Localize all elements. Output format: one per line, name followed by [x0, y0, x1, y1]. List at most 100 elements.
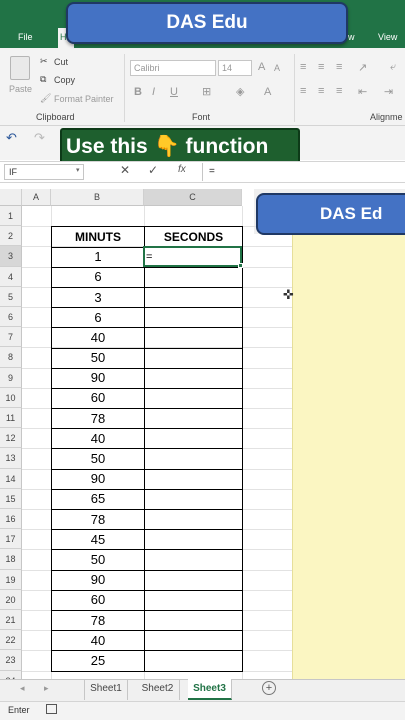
sheet-prev-icon[interactable]: ◂ [20, 683, 25, 694]
row-header[interactable]: 19 [0, 569, 22, 590]
font-color-button[interactable]: A [264, 86, 271, 98]
row-header[interactable]: 8 [0, 347, 22, 368]
seconds-cell[interactable] [144, 468, 243, 490]
row-header[interactable]: 1 [0, 206, 22, 227]
header-seconds[interactable]: SECONDS [144, 226, 243, 248]
seconds-cell[interactable] [144, 307, 243, 329]
minutes-cell[interactable]: 3 [51, 286, 145, 309]
minutes-cell[interactable]: 50 [51, 549, 145, 571]
worksheet-grid[interactable]: A B C 1 2 3 4 5 6 7 8 9 10 11 12 13 14 15 16 17 18 19 20 21 2… [0, 189, 405, 679]
cut-button[interactable]: Cut [54, 57, 68, 67]
macro-record-icon[interactable] [46, 704, 57, 714]
redo-icon[interactable]: ↷ [34, 130, 45, 146]
paste-button[interactable]: Paste [9, 84, 32, 94]
minutes-cell[interactable]: 50 [51, 347, 145, 369]
sheet-next-icon[interactable]: ▸ [44, 683, 49, 694]
paste-icon[interactable] [10, 56, 30, 80]
row-header[interactable]: 3 [0, 246, 22, 267]
minutes-cell[interactable]: 40 [51, 428, 145, 450]
seconds-cell[interactable] [144, 630, 243, 652]
seconds-cell[interactable] [144, 428, 243, 450]
tab-sheet3[interactable]: Sheet3 [188, 679, 232, 700]
row-header[interactable]: 20 [0, 589, 22, 610]
minutes-cell[interactable]: 60 [51, 589, 145, 611]
minutes-cell[interactable]: 78 [51, 509, 145, 531]
seconds-cell[interactable] [144, 408, 243, 430]
align-right-icon[interactable]: ≡ [336, 85, 342, 97]
align-middle-icon[interactable]: ≡ [318, 61, 324, 73]
increase-indent-icon[interactable]: ⇥ [384, 85, 393, 98]
row-header[interactable]: 11 [0, 408, 22, 429]
format-painter-icon[interactable]: 🖌 [40, 93, 51, 104]
minutes-cell[interactable]: 6 [51, 307, 145, 329]
font-size-combo[interactable]: 14 [218, 60, 252, 76]
seconds-cell[interactable] [144, 448, 243, 470]
orientation-icon[interactable]: ↗ [358, 61, 367, 74]
column-header-a[interactable]: A [22, 189, 51, 206]
row-header[interactable]: 22 [0, 630, 22, 651]
minutes-cell[interactable]: 40 [51, 327, 145, 349]
row-header[interactable]: 2 [0, 226, 22, 247]
seconds-cell[interactable] [144, 589, 243, 611]
tab-partial[interactable]: w [348, 32, 355, 42]
minutes-cell[interactable]: 78 [51, 609, 145, 632]
format-painter-button[interactable]: Format Painter [54, 94, 114, 104]
minutes-cell[interactable]: 25 [51, 650, 145, 672]
formula-input[interactable]: = [202, 163, 405, 181]
seconds-cell[interactable] [144, 609, 243, 632]
row-header[interactable]: 16 [0, 509, 22, 530]
cancel-formula-button[interactable]: ✕ [120, 163, 130, 177]
decrease-indent-icon[interactable]: ⇤ [358, 85, 367, 98]
tab-sheet2[interactable]: Sheet2 [136, 679, 180, 700]
align-top-icon[interactable]: ≡ [300, 61, 306, 73]
header-minutes[interactable]: MINUTS [51, 226, 145, 248]
align-bottom-icon[interactable]: ≡ [336, 61, 342, 73]
row-header[interactable]: 5 [0, 286, 22, 307]
copy-icon[interactable]: ⧉ [40, 74, 46, 85]
italic-button[interactable]: I [152, 86, 155, 98]
seconds-cell[interactable] [144, 347, 243, 369]
seconds-cell[interactable] [144, 509, 243, 531]
align-center-icon[interactable]: ≡ [318, 85, 324, 97]
row-header[interactable]: 18 [0, 549, 22, 570]
row-header[interactable]: 6 [0, 307, 22, 328]
tab-sheet1[interactable]: Sheet1 [84, 679, 128, 700]
font-name-combo[interactable]: Calibri [130, 60, 216, 76]
minutes-cell[interactable]: 78 [51, 408, 145, 430]
tab-file[interactable]: File [18, 32, 33, 42]
seconds-cell[interactable] [144, 650, 243, 672]
row-header[interactable]: 21 [0, 610, 22, 631]
column-header-c[interactable]: C [144, 189, 242, 206]
underline-button[interactable]: U [170, 86, 178, 98]
seconds-cell[interactable] [144, 286, 243, 309]
add-sheet-button[interactable]: + [262, 681, 276, 695]
minutes-cell[interactable]: 60 [51, 387, 145, 410]
cut-icon[interactable]: ✂ [40, 56, 48, 67]
row-header[interactable]: 24 [0, 670, 22, 679]
minutes-cell[interactable]: 90 [51, 569, 145, 591]
row-header[interactable]: 23 [0, 650, 22, 671]
tab-view[interactable]: View [378, 32, 397, 42]
minutes-cell[interactable]: 40 [51, 630, 145, 652]
bold-button[interactable]: B [134, 86, 142, 98]
row-header[interactable]: 10 [0, 387, 22, 408]
fill-handle[interactable] [238, 263, 243, 268]
row-header[interactable]: 15 [0, 488, 22, 509]
row-header[interactable]: 7 [0, 327, 22, 348]
fill-color-icon[interactable]: ◈ [236, 85, 244, 98]
enter-formula-button[interactable]: ✓ [148, 163, 158, 177]
select-all-corner[interactable] [0, 189, 22, 206]
row-header[interactable]: 17 [0, 529, 22, 550]
seconds-cell[interactable] [144, 327, 243, 349]
minutes-cell[interactable]: 90 [51, 468, 145, 490]
seconds-cell[interactable] [144, 367, 243, 389]
seconds-cell[interactable] [144, 387, 243, 410]
name-box-dropdown-icon[interactable]: ▾ [76, 166, 80, 174]
insert-function-button[interactable]: fx [178, 164, 186, 175]
active-cell-c3[interactable] [143, 246, 242, 267]
borders-icon[interactable]: ⊞ [202, 85, 211, 98]
row-header[interactable]: 13 [0, 448, 22, 469]
align-left-icon[interactable]: ≡ [300, 85, 306, 97]
column-header-b[interactable]: B [51, 189, 144, 206]
row-header[interactable]: 4 [0, 266, 22, 287]
